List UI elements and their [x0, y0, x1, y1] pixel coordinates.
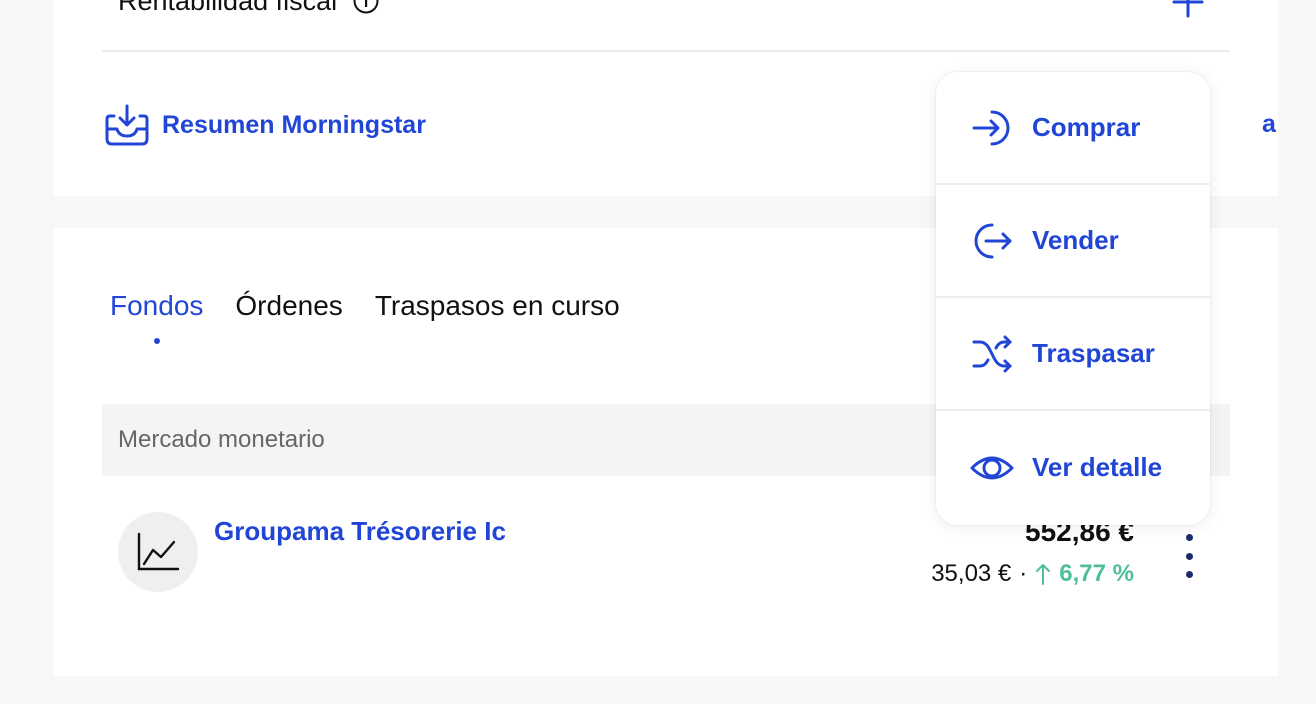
kebab-dot	[1185, 534, 1193, 541]
morningstar-summary-label: Resumen Morningstar	[162, 110, 426, 139]
logout-arrow-icon	[974, 223, 1012, 258]
tab-label: Traspasos en curso	[374, 290, 620, 321]
section-title: Mercado monetario	[118, 426, 325, 453]
menu-item-label: Traspasar	[1032, 338, 1155, 368]
shuffle-icon	[972, 335, 1012, 372]
fiscal-return-row[interactable]: Rentabilidad fiscal	[118, 0, 379, 16]
kebab-dot	[1185, 571, 1193, 578]
kebab-dot	[1185, 552, 1193, 560]
menu-item-label: Vender	[1032, 225, 1119, 255]
info-icon[interactable]	[353, 0, 379, 14]
more-options-icon[interactable]	[1182, 534, 1196, 578]
active-tab-indicator	[153, 338, 160, 344]
fund-name-link[interactable]: Groupama Trésorerie Ic	[214, 516, 506, 547]
arrow-up-icon	[1036, 564, 1051, 585]
fund-avatar	[118, 512, 198, 592]
divider	[102, 50, 1230, 52]
fund-actions-menu: Comprar Vender Traspasar Ver detalle	[936, 72, 1210, 525]
separator-dot: ·	[1019, 560, 1028, 587]
menu-item-label: Comprar	[1032, 112, 1141, 142]
fund-performance: 35,03 € · 6,77 %	[931, 560, 1134, 588]
download-tray-icon	[105, 104, 149, 146]
menu-item-ver-detalle[interactable]: Ver detalle	[936, 411, 1210, 524]
tab-label: Fondos	[110, 290, 204, 321]
tab-ordenes[interactable]: Órdenes	[235, 290, 342, 322]
fiscal-return-label: Rentabilidad fiscal	[118, 0, 338, 16]
fund-gain: 35,03 €	[931, 560, 1012, 587]
menu-item-vender[interactable]: Vender	[936, 185, 1210, 298]
tab-fondos[interactable]: Fondos	[110, 290, 204, 344]
tab-bar: Fondos Órdenes Traspasos en curso	[110, 290, 620, 344]
tab-traspasos-en-curso[interactable]: Traspasos en curso	[375, 290, 620, 322]
expand-plus-icon[interactable]	[1172, 0, 1204, 18]
login-arrow-icon	[972, 110, 1010, 145]
fund-return: 6,77 %	[1035, 560, 1134, 588]
menu-item-comprar[interactable]: Comprar	[936, 72, 1210, 185]
fund-return-value: 6,77 %	[1059, 560, 1134, 587]
clipped-link-text[interactable]: a	[1262, 110, 1276, 139]
eye-icon	[970, 456, 1014, 479]
menu-item-traspasar[interactable]: Traspasar	[936, 298, 1210, 411]
menu-item-label: Ver detalle	[1032, 452, 1163, 482]
tab-label: Órdenes	[235, 290, 343, 321]
morningstar-summary-link[interactable]: Resumen Morningstar	[104, 102, 426, 148]
line-chart-icon	[137, 532, 180, 571]
